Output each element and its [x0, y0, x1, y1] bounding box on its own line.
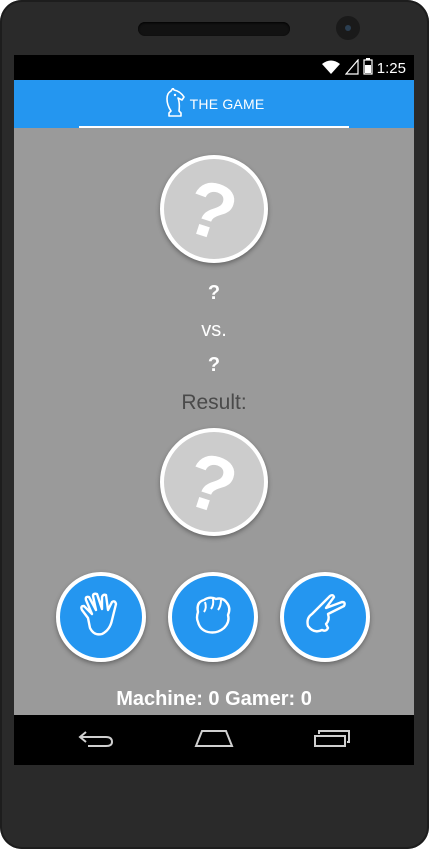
question-mark-icon: ? — [175, 161, 248, 260]
battery-icon — [363, 58, 373, 79]
paper-button[interactable] — [56, 572, 146, 662]
gamer-selection-text: ? — [207, 354, 221, 376]
screen: 1:25 THE GAME ? ? vs. ? Result: ? Machin… — [14, 55, 414, 765]
result-display: ? — [160, 428, 268, 536]
app-bar: THE GAME — [14, 80, 414, 128]
machine-choice-display: ? — [160, 155, 268, 263]
rock-button[interactable] — [168, 572, 258, 662]
open-hand-icon — [74, 588, 128, 647]
scissors-button[interactable] — [280, 572, 370, 662]
status-bar: 1:25 — [14, 55, 414, 80]
home-button[interactable] — [194, 725, 234, 755]
result-label: Result: — [181, 391, 247, 414]
front-camera — [336, 16, 360, 40]
scissors-hand-icon — [298, 588, 352, 647]
device-frame: 1:25 THE GAME ? ? vs. ? Result: ? Machin… — [0, 0, 429, 849]
score-text: Machine: 0 Gamer: 0 — [116, 688, 312, 710]
status-time: 1:25 — [376, 60, 406, 77]
question-mark-icon: ? — [175, 434, 248, 533]
recent-apps-icon — [313, 728, 351, 753]
vs-label: vs. — [201, 319, 227, 341]
fist-icon — [186, 588, 240, 647]
back-button[interactable] — [76, 725, 116, 755]
tab-label: THE GAME — [189, 96, 265, 112]
chess-knight-icon — [164, 86, 186, 121]
back-icon — [78, 728, 114, 753]
recent-apps-button[interactable] — [312, 725, 352, 755]
speaker-grille — [138, 22, 290, 36]
navigation-bar — [14, 715, 414, 765]
machine-selection-text: ? — [207, 282, 221, 304]
home-icon — [194, 728, 234, 753]
status-icons: 1:25 — [321, 57, 406, 79]
signal-icon — [344, 57, 359, 79]
tab-indicator — [79, 126, 349, 128]
wifi-icon — [321, 59, 341, 79]
tab-the-game[interactable]: THE GAME — [79, 80, 349, 128]
